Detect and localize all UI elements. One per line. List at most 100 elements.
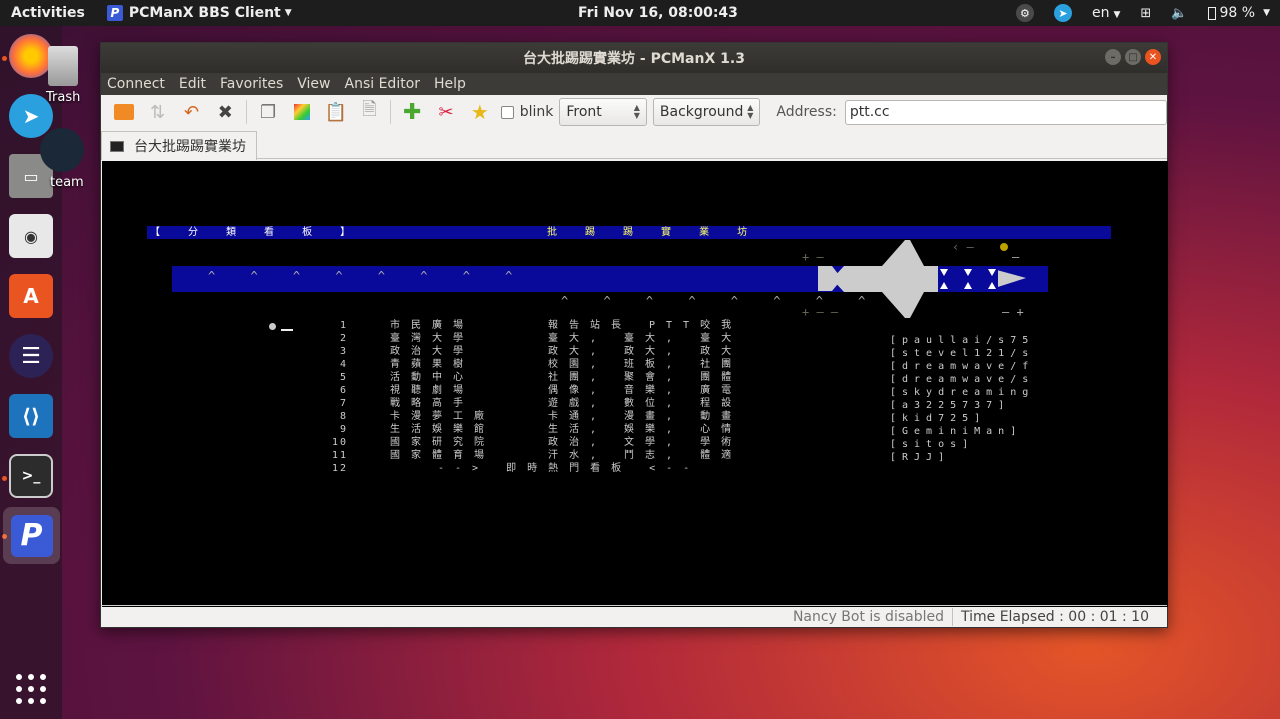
eclipse-icon[interactable]: ☰ — [9, 334, 53, 378]
reconnect-button[interactable]: ⇅ — [141, 97, 175, 127]
background-color-select[interactable]: Background ▲ ▼ — [652, 98, 761, 126]
board-category: 卡漫夢工廠 — [390, 411, 495, 422]
pcmanx-icon: P — [10, 514, 53, 557]
app-menu-label: PCManX BBS Client — [128, 5, 281, 21]
copy-button[interactable]: ❐ — [251, 97, 285, 127]
vscode-icon[interactable]: ⟨⟩ — [9, 394, 53, 438]
running-indicator — [2, 476, 7, 481]
board-row[interactable]: 12 --> 即時熱門看板 <-- — [318, 462, 738, 475]
menu-view[interactable]: View — [297, 76, 330, 92]
favorites-button[interactable]: ★ — [463, 97, 497, 127]
clock[interactable]: Fri Nov 16, 08:00:43 — [578, 5, 738, 21]
online-users-list: [paullai/s75 [stevel121/s [dreamwave/f [dre… — [890, 334, 1034, 464]
board-description: 卡通, 漫畫, 動畫 — [548, 411, 743, 422]
tab-ptt[interactable]: 台大批踢踢實業坊 — [101, 131, 257, 160]
board-category: 活動中心 — [390, 372, 474, 383]
board-category: 市民廣場 — [390, 320, 474, 331]
software-center-icon[interactable]: A — [9, 274, 53, 318]
telegram-tray-icon[interactable]: ➤ — [1053, 4, 1072, 22]
running-indicator — [2, 56, 7, 61]
tab-label: 台大批踢踢實業坊 — [134, 139, 246, 155]
undo-button[interactable]: ↶ — [175, 97, 209, 127]
menu-connect[interactable]: Connect — [107, 76, 165, 92]
copy-icon: ❐ — [260, 101, 277, 123]
board-category: 視聽劇場 — [390, 385, 474, 396]
steam-icon[interactable] — [40, 128, 84, 172]
battery-icon — [1207, 6, 1216, 20]
board-number: 6 — [339, 385, 348, 396]
updown-arrows-icon: ⇅ — [150, 101, 166, 123]
paste-button[interactable]: 📋 — [319, 97, 353, 127]
board-row[interactable]: 4 青蘋果樹 校園, 班板, 社團 — [318, 358, 738, 371]
board-row[interactable]: 2 臺灣大學 臺大, 臺大, 臺大 — [318, 332, 738, 345]
site-list-button[interactable] — [107, 97, 141, 127]
address-input[interactable]: ptt.cc — [844, 99, 1167, 125]
spin-arrows-icon: ▲ ▼ — [747, 103, 754, 120]
board-row[interactable]: 8 卡漫夢工廠 卡通, 漫畫, 動畫 — [318, 410, 738, 423]
disconnect-button[interactable]: ✖ — [208, 97, 242, 127]
menu-help[interactable]: Help — [434, 76, 466, 92]
minimize-button[interactable]: – — [1105, 49, 1121, 65]
network-icon[interactable]: ⊞ — [1140, 6, 1151, 21]
toolbar-separator — [390, 100, 392, 124]
trash-icon[interactable] — [48, 46, 78, 86]
online-user-entry: [sitos] — [890, 439, 975, 450]
board-description: 社團, 聚會, 團體 — [548, 372, 743, 383]
board-row[interactable]: 10 國家研究院 政治, 文學, 學術 — [318, 436, 738, 449]
maximize-button[interactable]: □ — [1125, 49, 1141, 65]
terminal-icon[interactable]: >_ — [9, 454, 53, 498]
language-label: en — [1091, 5, 1110, 21]
board-category: --> 即時熱門看板 <-- — [438, 463, 701, 474]
firefox-icon[interactable] — [9, 34, 53, 78]
steam-tray-icon[interactable]: ⚙ — [1015, 4, 1034, 22]
top-bar: Activities P PCManX BBS Client ▼ Fri Nov… — [0, 0, 1280, 26]
board-number: 4 — [339, 359, 348, 370]
address-label: Address: — [776, 104, 837, 120]
front-color-value: Front — [566, 104, 602, 120]
activities-button[interactable]: Activities — [11, 5, 85, 21]
pcmanx-icon: P — [106, 5, 123, 21]
steam-label: team — [50, 175, 84, 190]
online-user-entry: [paullai/s75 — [890, 335, 1035, 346]
time-elapsed: Time Elapsed : 00 : 01 : 10 — [960, 608, 1149, 625]
menu-edit[interactable]: Edit — [179, 76, 206, 92]
rhythmbox-icon[interactable]: ◉ — [9, 214, 53, 258]
preferences-button[interactable]: ✂ — [429, 97, 463, 127]
board-row[interactable]: 7 戰略高手 遊戲, 數位, 程設 — [318, 397, 738, 410]
menu-ansi-editor[interactable]: Ansi Editor — [345, 76, 421, 92]
menu-favorites[interactable]: Favorites — [220, 76, 283, 92]
window-titlebar[interactable]: 台大批踢踢實業坊 - PCManX 1.3 – □ ✕ — [101, 43, 1167, 73]
board-row[interactable]: 11 國家體育場 汗水, 鬥志, 體適 — [318, 449, 738, 462]
blink-checkbox[interactable] — [500, 105, 514, 119]
show-applications-icon[interactable] — [16, 674, 46, 704]
board-row[interactable]: 6 視聽劇場 偶像, 音樂, 廣電 — [318, 384, 738, 397]
chevron-down-icon: ▼ — [1263, 8, 1270, 18]
language-indicator[interactable]: en ▼ — [1092, 5, 1120, 21]
terminal-tab-icon — [110, 140, 124, 152]
document-icon: 🗎 — [362, 99, 377, 120]
terminal-screen[interactable]: 【 分 類 看 板 】 批 踢 踢 實 業 坊 ^ ^ ^ ^ ^ ^ ^ ^ … — [102, 161, 1168, 607]
cursor-dot — [269, 323, 276, 330]
window-title: 台大批踢踢實業坊 - PCManX 1.3 — [523, 51, 745, 67]
board-row[interactable]: 3 政治大學 政大, 政大, 政大 — [318, 345, 738, 358]
online-user-entry: [RJJ] — [890, 452, 951, 463]
online-user-entry: [dreamwave/f — [890, 361, 1035, 372]
svg-text:‹ –: ‹ – — [952, 240, 974, 254]
svg-text:+ – –: + – – — [802, 305, 839, 319]
add-favorite-button[interactable]: ✚ — [395, 97, 429, 127]
pcmanx-dock-item[interactable]: P — [3, 507, 60, 564]
board-number: 8 — [339, 411, 348, 422]
board-row[interactable]: 1 市民廣場 報告站長 PTT咬我 — [318, 319, 738, 332]
app-menu[interactable]: P PCManX BBS Client ▼ — [106, 5, 292, 21]
undo-arrow-icon: ↶ — [183, 101, 200, 123]
clipboard-icon: 📋 — [324, 101, 347, 123]
volume-icon[interactable]: 🔈 — [1171, 6, 1187, 21]
front-color-select[interactable]: Front ▲ ▼ — [559, 98, 647, 126]
board-row[interactable]: 9 生活娛樂館 生活, 娛樂, 心情 — [318, 423, 738, 436]
board-row[interactable]: 5 活動中心 社團, 聚會, 團體 — [318, 371, 738, 384]
battery-indicator[interactable]: 98 % ▼ — [1207, 5, 1270, 21]
paste-file-button[interactable]: 🗎 — [353, 97, 387, 127]
close-button[interactable]: ✕ — [1145, 49, 1161, 65]
chevron-down-icon: ▼ — [284, 8, 292, 18]
color-copy-button[interactable] — [285, 97, 319, 127]
